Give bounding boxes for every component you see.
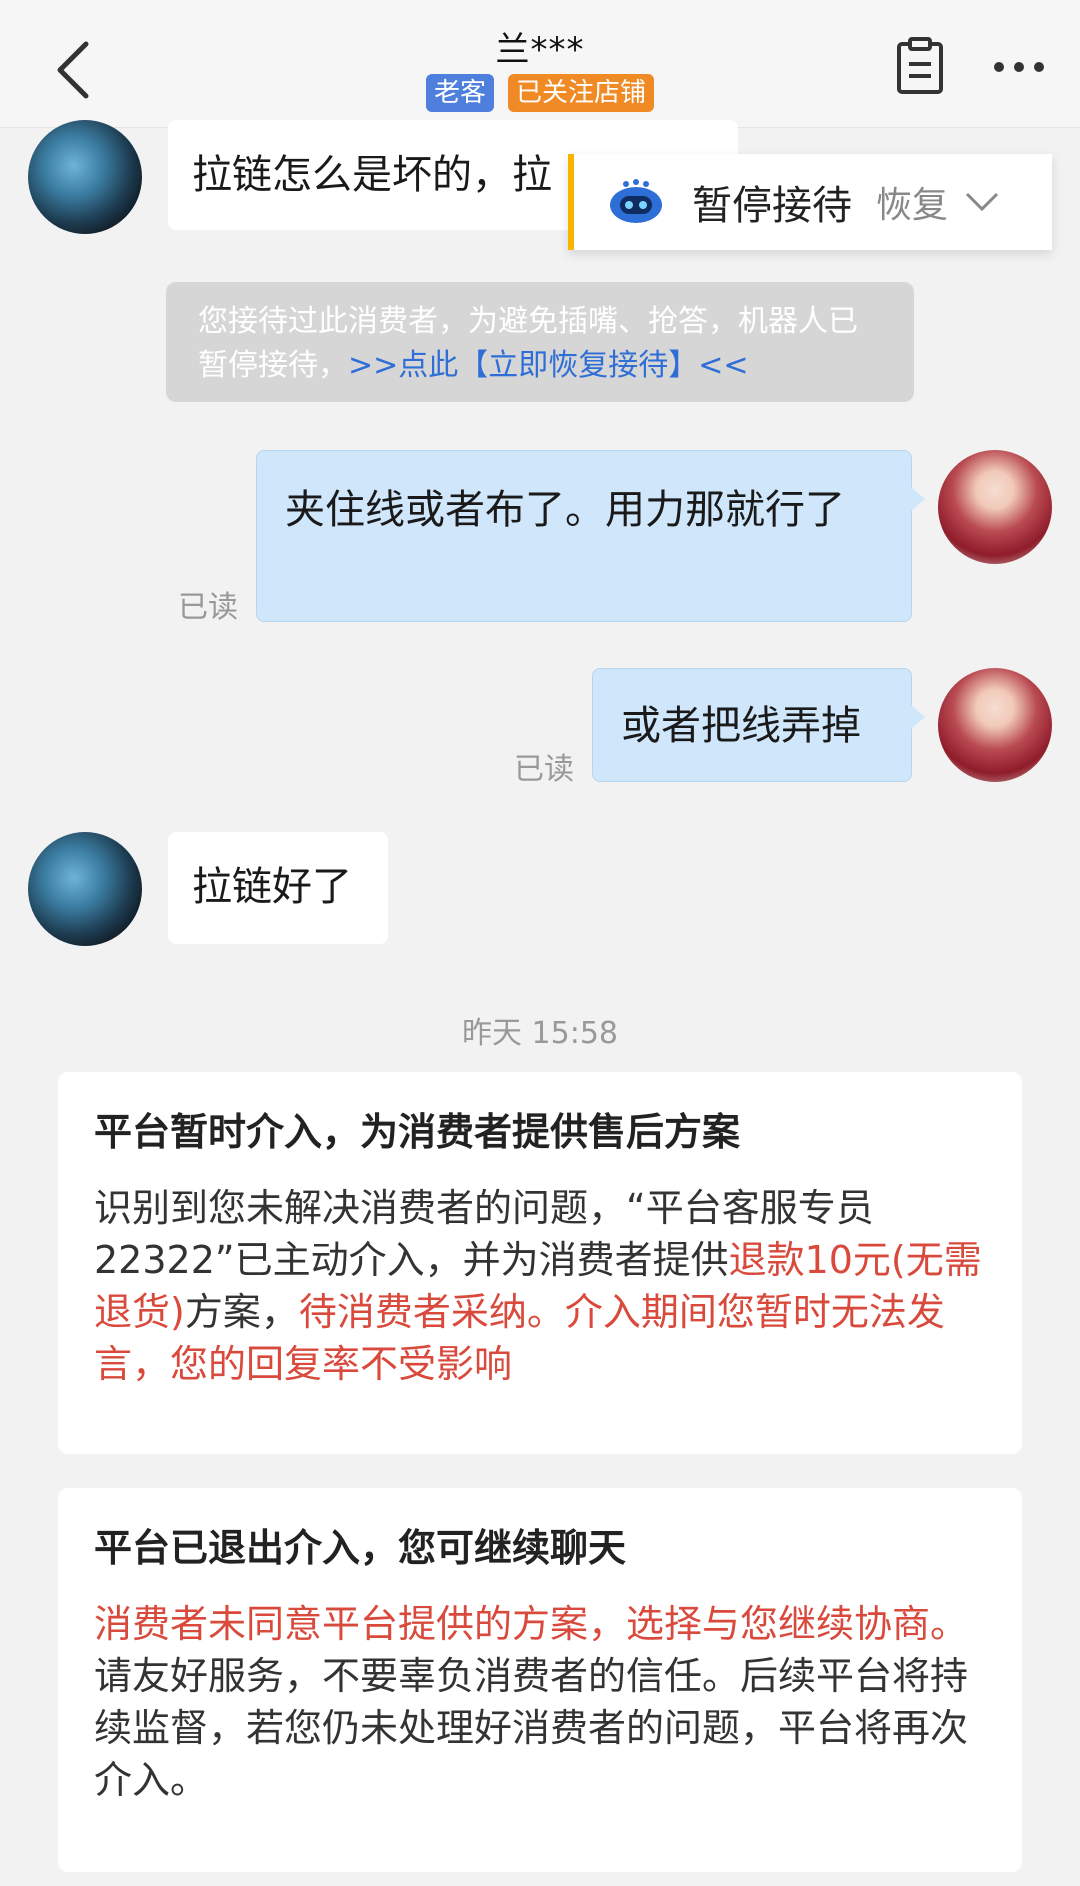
message-text: 拉链怎么是坏的，拉 <box>192 152 552 198</box>
message-timestamp: 昨天 15:58 <box>462 1016 618 1051</box>
card-title: 平台已退出介入，您可继续聊天 <box>94 1526 627 1570</box>
card-title: 平台暂时介入，为消费者提供售后方案 <box>94 1110 741 1154</box>
platform-exit-card: 平台已退出介入，您可继续聊天 消费者未同意平台提供的方案，选择与您继续协商。请友… <box>58 1488 1022 1872</box>
resume-reception-link[interactable]: >>点此【立即恢复接待】<< <box>348 348 749 383</box>
message-text: 拉链好了 <box>192 864 352 910</box>
consumer-declined-text: 消费者未同意平台提供的方案，选择与您继续协商。 <box>94 1602 969 1646</box>
card-text: 请友好服务，不要辜负消费者的信任。后续平台将持续监督，若您仍未处理好消费者的问题… <box>94 1654 969 1802</box>
tag-following-store: 已关注店铺 <box>508 74 655 112</box>
message-bubble-agent: 或者把线弄掉 <box>592 668 925 782</box>
customer-avatar[interactable] <box>28 832 142 946</box>
read-receipt: 已读 <box>514 752 574 787</box>
message-text: 或者把线弄掉 <box>621 703 861 749</box>
tag-returning-customer: 老客 <box>425 74 494 112</box>
card-body: 消费者未同意平台提供的方案，选择与您继续协商。请友好服务，不要辜负消费者的信任。… <box>94 1598 986 1806</box>
agent-avatar[interactable] <box>938 450 1052 564</box>
agent-avatar[interactable] <box>938 668 1052 782</box>
platform-intervention-card: 平台暂时介入，为消费者提供售后方案 识别到您未解决消费者的问题，“平台客服专员2… <box>58 1072 1022 1454</box>
read-receipt: 已读 <box>178 590 238 625</box>
clipboard-icon[interactable] <box>890 36 950 96</box>
customer-avatar[interactable] <box>28 120 142 234</box>
bot-status-popup[interactable]: 暂停接待 恢复 <box>568 154 1052 250</box>
more-options-icon[interactable] <box>984 52 1054 82</box>
card-text: 方案， <box>184 1290 299 1334</box>
message-bubble-customer: 拉链好了 <box>168 832 388 944</box>
resume-button[interactable]: 恢复 <box>876 176 948 228</box>
card-body: 识别到您未解决消费者的问题，“平台客服专员22322”已主动介入，并为消费者提供… <box>94 1182 986 1390</box>
pause-status-label: 暂停接待 <box>692 183 852 229</box>
robot-icon <box>610 179 662 223</box>
chevron-down-icon[interactable] <box>964 191 1000 213</box>
system-notice: 您接待过此消费者，为避免插嘴、抢答，机器人已暂停接待，>>点此【立即恢复接待】<… <box>166 282 914 402</box>
message-bubble-agent: 夹住线或者布了。用力那就行了 <box>256 450 925 622</box>
chat-header: 兰*** 老客 已关注店铺 <box>0 0 1080 128</box>
message-text: 夹住线或者布了。用力那就行了 <box>285 487 845 533</box>
